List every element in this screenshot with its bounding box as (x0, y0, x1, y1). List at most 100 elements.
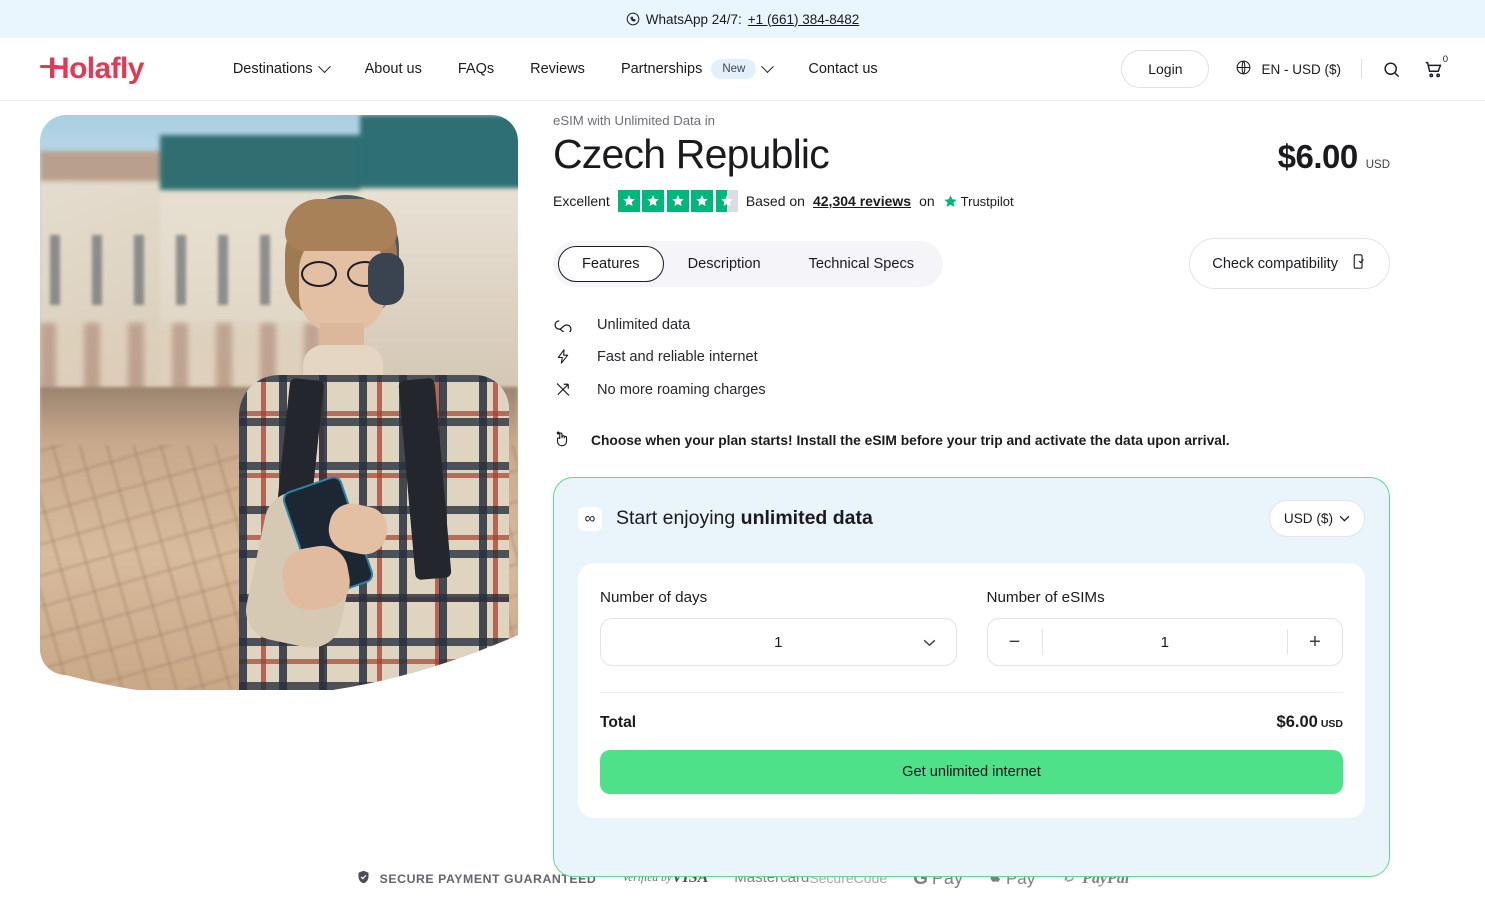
product-eyebrow: eSIM with Unlimited Data in (553, 113, 715, 128)
nav-label: Partnerships (620, 61, 703, 77)
purchase-title-strong: unlimited data (740, 507, 873, 530)
nav-item-partnerships[interactable]: Partnerships New (603, 59, 790, 79)
chevron-down-icon (761, 59, 775, 73)
chevron-down-icon (317, 59, 331, 73)
infinity-icon: ∞ (578, 506, 602, 531)
hero-image-canvas (40, 115, 518, 690)
nav-label: About us (364, 61, 422, 77)
product-price: $6.00 USD (1278, 138, 1390, 176)
hero-image (40, 115, 518, 690)
esims-stepper: − 1 + (986, 618, 1343, 667)
get-unlimited-internet-button[interactable]: Get unlimited internet (600, 750, 1343, 795)
whatsapp-phone-link[interactable]: +1 (661) 384-8482 (748, 12, 859, 27)
nav-label: Reviews (530, 61, 585, 77)
reviews-link[interactable]: 42,304 reviews (813, 193, 911, 209)
traveler-figure (225, 195, 518, 690)
logo-cross-stroke (40, 65, 59, 69)
nav-item-faqs[interactable]: FAQs (440, 61, 512, 77)
total-currency: USD (1320, 718, 1343, 731)
total-label: Total (600, 714, 637, 732)
logo-text: Holafly (48, 52, 144, 85)
plan-start-note: Choose when your plan starts! Install th… (553, 429, 1390, 452)
check-compatibility-label: Check compatibility (1212, 255, 1338, 272)
based-on-label: Based on (745, 193, 805, 210)
trustpilot-label: Trustpilot (960, 193, 1014, 209)
whatsapp-icon (626, 12, 640, 26)
holafly-logo[interactable]: Holafly (40, 52, 144, 86)
purchase-card: ∞ Start enjoying unlimited data USD ($) … (553, 477, 1390, 878)
star-half-icon (715, 190, 738, 213)
search-icon[interactable] (1382, 60, 1401, 79)
feature-item: Fast and reliable internet (553, 347, 1390, 366)
product-tabs: Features Description Technical Specs (553, 240, 944, 287)
star-icon (617, 190, 640, 213)
rating-stars (617, 190, 738, 213)
purchase-card-header: ∞ Start enjoying unlimited data USD ($) (578, 500, 1365, 538)
days-field: Number of days 1 (600, 589, 957, 667)
plan-start-note-text: Choose when your plan starts! Install th… (591, 433, 1230, 449)
new-badge: New (711, 59, 757, 79)
locale-label: EN - USD ($) (1261, 61, 1341, 77)
increment-button[interactable]: + (1288, 619, 1342, 665)
total-amount: $6.00 (1276, 713, 1318, 732)
title-price-row: Czech Republic $6.00 USD (553, 131, 1390, 177)
shield-icon (356, 869, 371, 888)
feature-list: Unlimited data Fast and reliable interne… (553, 317, 1390, 399)
tabs-row: Features Description Technical Specs Che… (553, 238, 1390, 290)
product-page: eSIM with Unlimited Data in Czech Republ… (0, 101, 1485, 878)
total-divider (600, 692, 1343, 694)
infinity-icon (553, 318, 573, 333)
purchase-card-title: ∞ Start enjoying unlimited data (578, 506, 873, 531)
nav-label: FAQs (457, 61, 495, 77)
trustpilot-logo: Trustpilot (943, 194, 1014, 209)
tab-technical-specs[interactable]: Technical Specs (785, 246, 938, 282)
check-compatibility-button[interactable]: Check compatibility (1189, 238, 1390, 290)
tab-description[interactable]: Description (664, 246, 785, 282)
currency-select[interactable]: USD ($) (1268, 500, 1365, 538)
esims-field: Number of eSIMs − 1 + (986, 589, 1343, 667)
price-currency: USD (1365, 159, 1390, 172)
tab-features[interactable]: Features (558, 245, 664, 282)
feature-item: No more roaming charges (553, 380, 1390, 399)
nav-item-about-us[interactable]: About us (347, 61, 440, 77)
purchase-title-prefix: Start enjoying (616, 507, 736, 530)
esims-label: Number of eSIMs (986, 589, 1105, 607)
purchase-options: Number of days 1 Number of eSIMs − 1 + T… (578, 563, 1365, 819)
feature-label: No more roaming charges (597, 381, 766, 398)
header-divider (1361, 59, 1362, 79)
days-label: Number of days (600, 589, 708, 607)
nav-item-contact-us[interactable]: Contact us (790, 61, 895, 77)
total-value: $6.00 USD (1277, 713, 1343, 732)
tap-hand-icon (553, 429, 571, 452)
star-icon (666, 190, 689, 213)
days-select[interactable]: 1 (600, 618, 957, 667)
price-amount: $6.00 (1277, 138, 1359, 176)
login-button[interactable]: Login (1121, 50, 1210, 88)
trustpilot-rating: Excellent Based on 42,304 reviews on Tru… (553, 190, 1390, 213)
feature-item: Unlimited data (553, 317, 1390, 333)
bolt-icon (553, 347, 573, 366)
total-row: Total $6.00 USD (600, 713, 1343, 732)
cart-count-badge: 0 (1442, 54, 1448, 65)
feature-label: Fast and reliable internet (597, 348, 758, 365)
esims-value: 1 (1160, 633, 1169, 651)
whatsapp-banner: WhatsApp 24/7: +1 (661) 384-8482 (0, 0, 1485, 38)
nav-item-destinations[interactable]: Destinations (215, 59, 347, 77)
main-navigation: Destinations About us FAQs Reviews Partn… (215, 59, 896, 79)
chevron-down-icon (1339, 515, 1350, 522)
no-roaming-icon (553, 380, 573, 399)
purchase-fields: Number of days 1 Number of eSIMs − 1 + (600, 589, 1343, 667)
feature-label: Unlimited data (597, 317, 691, 334)
product-details: eSIM with Unlimited Data in Czech Republ… (518, 101, 1485, 878)
language-currency-selector[interactable]: EN - USD ($) (1235, 59, 1341, 79)
cart-icon[interactable]: 0 (1423, 54, 1448, 80)
page-title: Czech Republic (553, 131, 830, 177)
whatsapp-label: WhatsApp 24/7: (645, 11, 742, 27)
nav-item-reviews[interactable]: Reviews (512, 61, 603, 77)
days-value: 1 (774, 633, 783, 651)
decrement-button[interactable]: − (988, 619, 1042, 665)
phone-check-icon (1350, 253, 1367, 274)
currency-select-value: USD ($) (1283, 511, 1333, 527)
nav-label: Destinations (232, 61, 313, 77)
site-header: Holafly Destinations About us FAQs Revie… (0, 38, 1485, 101)
